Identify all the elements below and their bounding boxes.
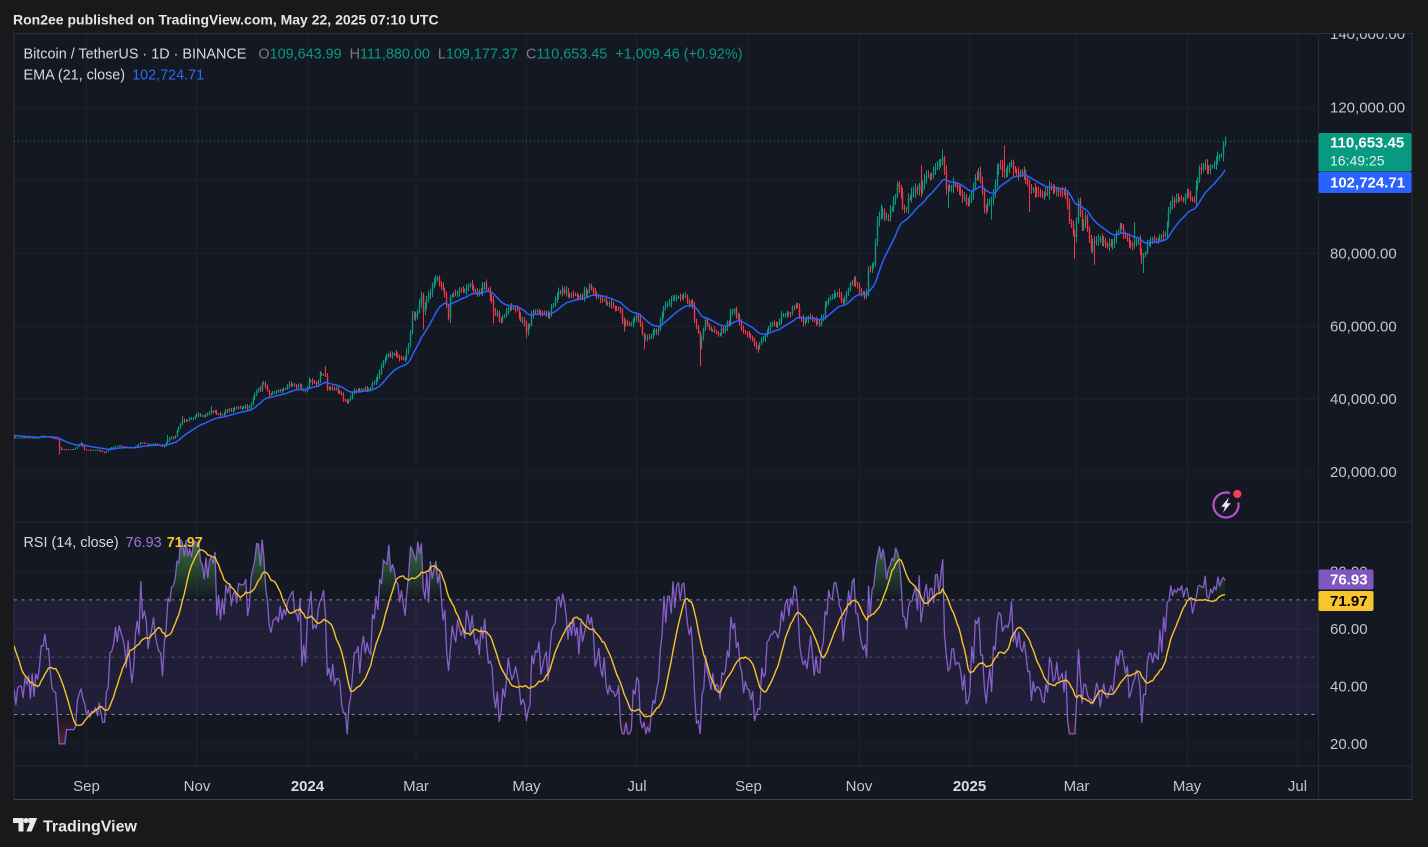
svg-text:16:49:25: 16:49:25 (1330, 153, 1385, 169)
svg-text:2025: 2025 (953, 778, 986, 795)
svg-text:71.97: 71.97 (1330, 593, 1368, 610)
svg-text:Nov: Nov (184, 778, 211, 795)
svg-text:120,000.00: 120,000.00 (1330, 100, 1405, 117)
svg-text:Bitcoin / TetherUS · 1D · BINA: Bitcoin / TetherUS · 1D · BINANCE O109,6… (24, 46, 743, 62)
svg-text:Jul: Jul (1288, 778, 1307, 795)
svg-text:102,724.71: 102,724.71 (1330, 175, 1405, 192)
svg-text:RSI (14, close) 76.9371.97: RSI (14, close) 76.9371.97 (24, 535, 203, 551)
svg-text:May: May (512, 778, 541, 795)
svg-text:Nov: Nov (846, 778, 873, 795)
svg-text:TradingView: TradingView (43, 819, 138, 836)
svg-text:20.00: 20.00 (1330, 736, 1368, 753)
svg-text:2024: 2024 (291, 778, 325, 795)
svg-text:May: May (1173, 778, 1202, 795)
svg-text:76.93: 76.93 (1330, 572, 1368, 589)
svg-text:20,000.00: 20,000.00 (1330, 464, 1397, 481)
svg-text:Ron2ee published on TradingVie: Ron2ee published on TradingView.com, May… (13, 12, 439, 28)
svg-text:80,000.00: 80,000.00 (1330, 245, 1397, 262)
svg-text:40,000.00: 40,000.00 (1330, 391, 1397, 408)
svg-text:60,000.00: 60,000.00 (1330, 318, 1397, 335)
svg-text:Mar: Mar (403, 778, 429, 795)
svg-text:110,653.45: 110,653.45 (1330, 135, 1404, 152)
svg-text:Mar: Mar (1064, 778, 1090, 795)
svg-text:Jul: Jul (627, 778, 646, 795)
svg-text:40.00: 40.00 (1330, 679, 1368, 696)
svg-text:Sep: Sep (735, 778, 762, 795)
svg-text:EMA (21, close) 102,724.71: EMA (21, close) 102,724.71 (24, 67, 205, 83)
svg-text:60.00: 60.00 (1330, 621, 1368, 638)
svg-text:Sep: Sep (73, 778, 100, 795)
